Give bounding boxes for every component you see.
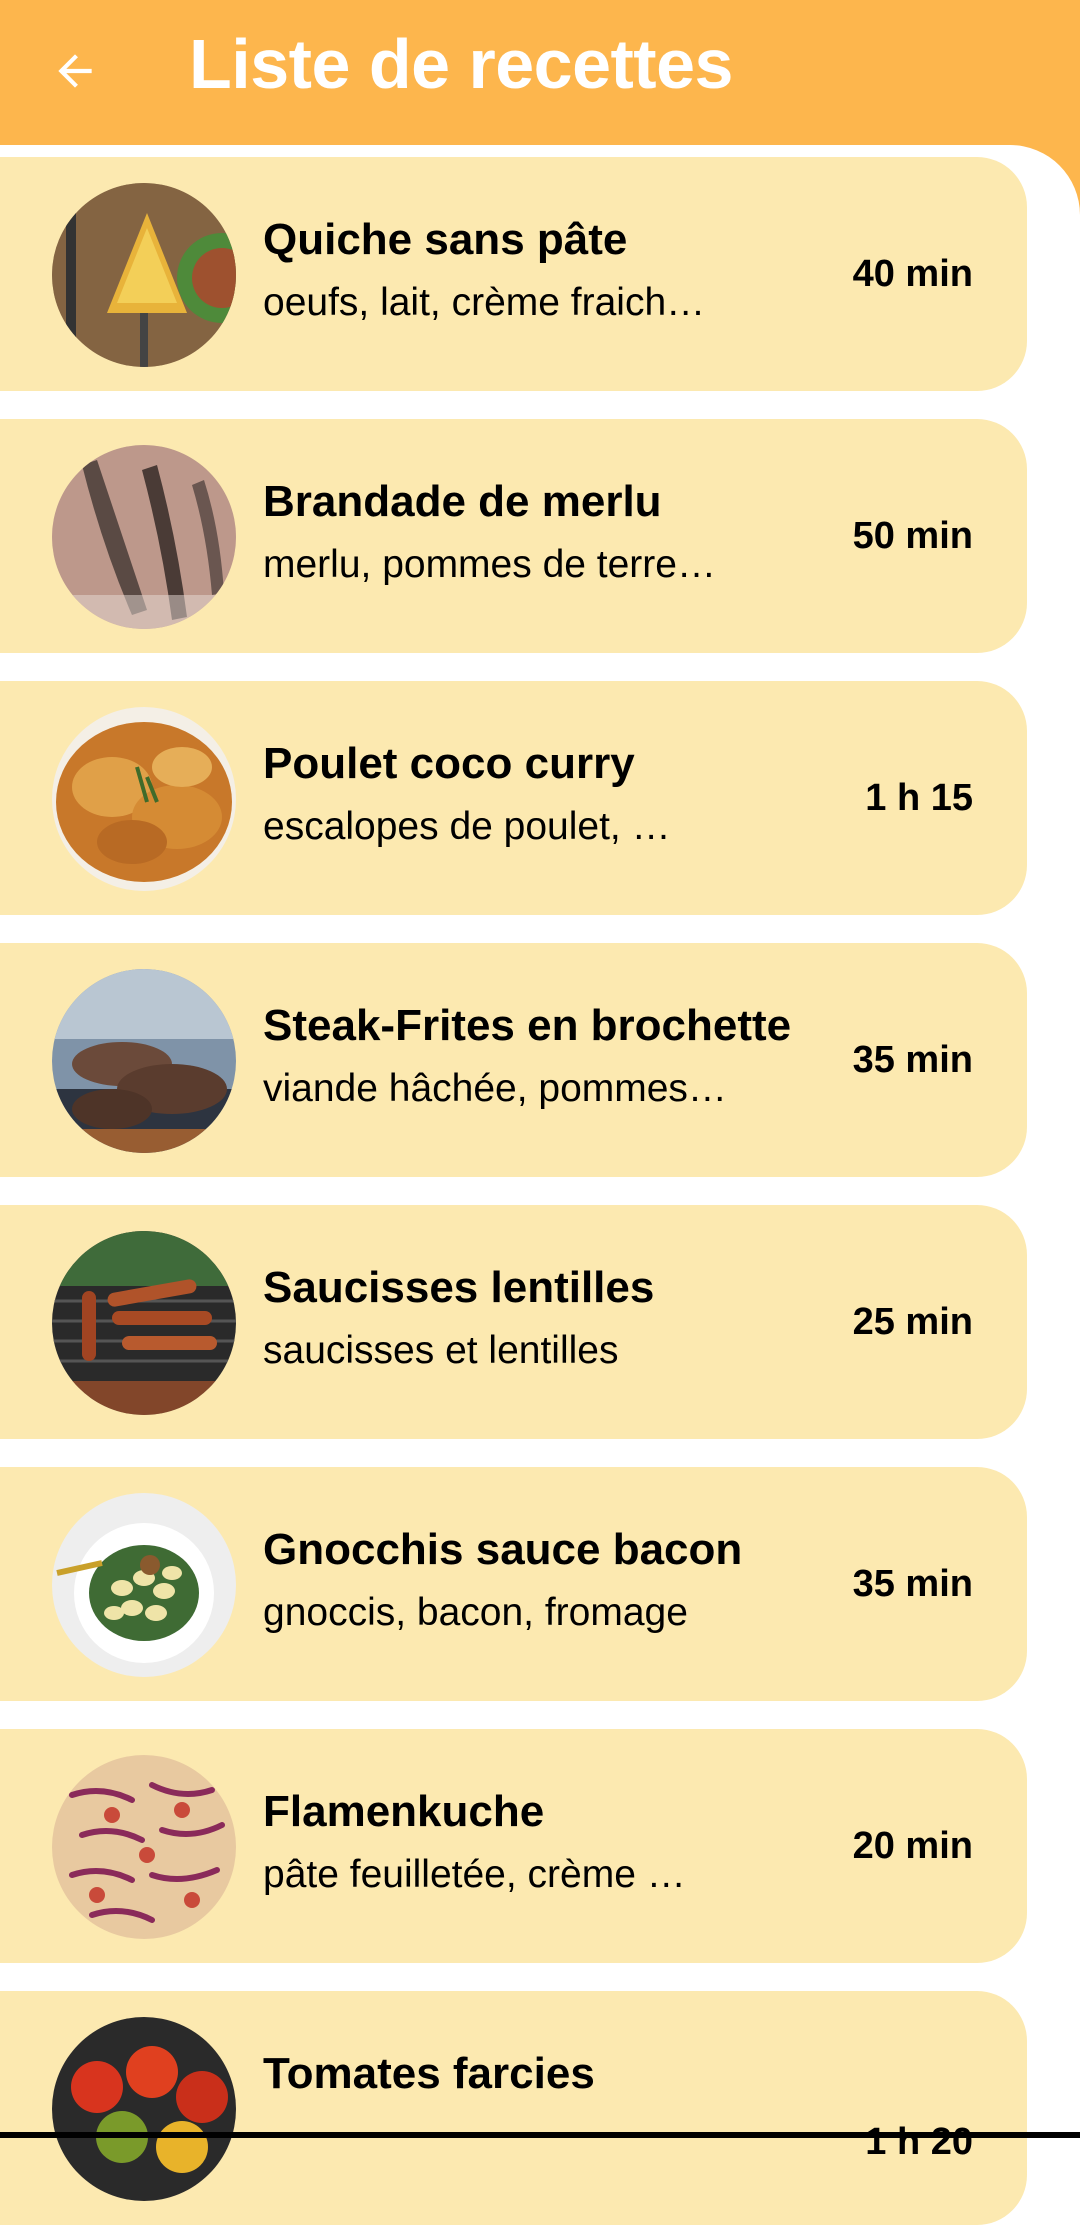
recipe-ingredients: merlu, pommes de terre…: [263, 543, 716, 586]
flammekueche-image: [52, 1755, 236, 1939]
recipe-card[interactable]: Brandade de merlu merlu, pommes de terre…: [0, 419, 1027, 653]
stuffed-tomatoes-image: [52, 2017, 236, 2201]
recipe-name: Brandade de merlu: [263, 477, 662, 526]
quiche-image: [52, 183, 236, 367]
recipe-ingredients: gnoccis, bacon, fromage: [263, 1591, 688, 1634]
recipe-ingredients: pâte feuilletée, crème …: [263, 1853, 686, 1896]
recipe-time: 1 h 20: [865, 2121, 973, 2163]
grilled-sausages-image: [52, 1231, 236, 1415]
recipe-card[interactable]: Steak-Frites en brochette viande hâchée,…: [0, 943, 1027, 1177]
recipe-time: 35 min: [852, 1563, 973, 1605]
recipe-name: Poulet coco curry: [263, 739, 635, 788]
recipe-ingredients: oeufs, lait, crème fraich…: [263, 281, 706, 324]
recipe-time: 1 h 15: [865, 777, 973, 819]
gnocchi-plate-image: [52, 1493, 236, 1677]
recipe-card[interactable]: Flamenkuche pâte feuilletée, crème … 20 …: [0, 1729, 1027, 1963]
recipe-card[interactable]: Poulet coco curry escalopes de poulet, ……: [0, 681, 1027, 915]
recipe-ingredients: saucisses et lentilles: [263, 1329, 619, 1372]
recipe-time: 40 min: [852, 253, 973, 295]
recipe-card[interactable]: Tomates farcies 1 h 20: [0, 1991, 1027, 2225]
recipe-name: Quiche sans pâte: [263, 215, 628, 264]
recipe-name: Steak-Frites en brochette: [263, 1001, 792, 1050]
recipe-card[interactable]: Saucisses lentilles saucisses et lentill…: [0, 1205, 1027, 1439]
roast-chicken-image: [52, 707, 236, 891]
recipe-name: Flamenkuche: [263, 1787, 545, 1836]
fish-image: [52, 445, 236, 629]
back-button[interactable]: [42, 38, 108, 104]
recipe-time: 25 min: [852, 1301, 973, 1343]
recipe-time: 50 min: [852, 515, 973, 557]
recipe-name: Gnocchis sauce bacon: [263, 1525, 743, 1574]
recipe-name: Tomates farcies: [263, 2049, 595, 2098]
arrow-left-icon: [58, 54, 92, 88]
recipe-ingredients: escalopes de poulet, …: [263, 805, 671, 848]
recipe-card[interactable]: Gnocchis sauce bacon gnoccis, bacon, fro…: [0, 1467, 1027, 1701]
page-title: Liste de recettes: [189, 25, 733, 103]
recipe-name: Saucisses lentilles: [263, 1263, 655, 1312]
recipe-card[interactable]: Quiche sans pâte oeufs, lait, crème frai…: [0, 157, 1027, 391]
recipe-time: 20 min: [852, 1825, 973, 1867]
screen-bottom-edge: [0, 2132, 1080, 2138]
grilled-steak-image: [52, 969, 236, 1153]
recipe-time: 35 min: [852, 1039, 973, 1081]
recipe-ingredients: viande hâchée, pommes…: [263, 1067, 727, 1110]
